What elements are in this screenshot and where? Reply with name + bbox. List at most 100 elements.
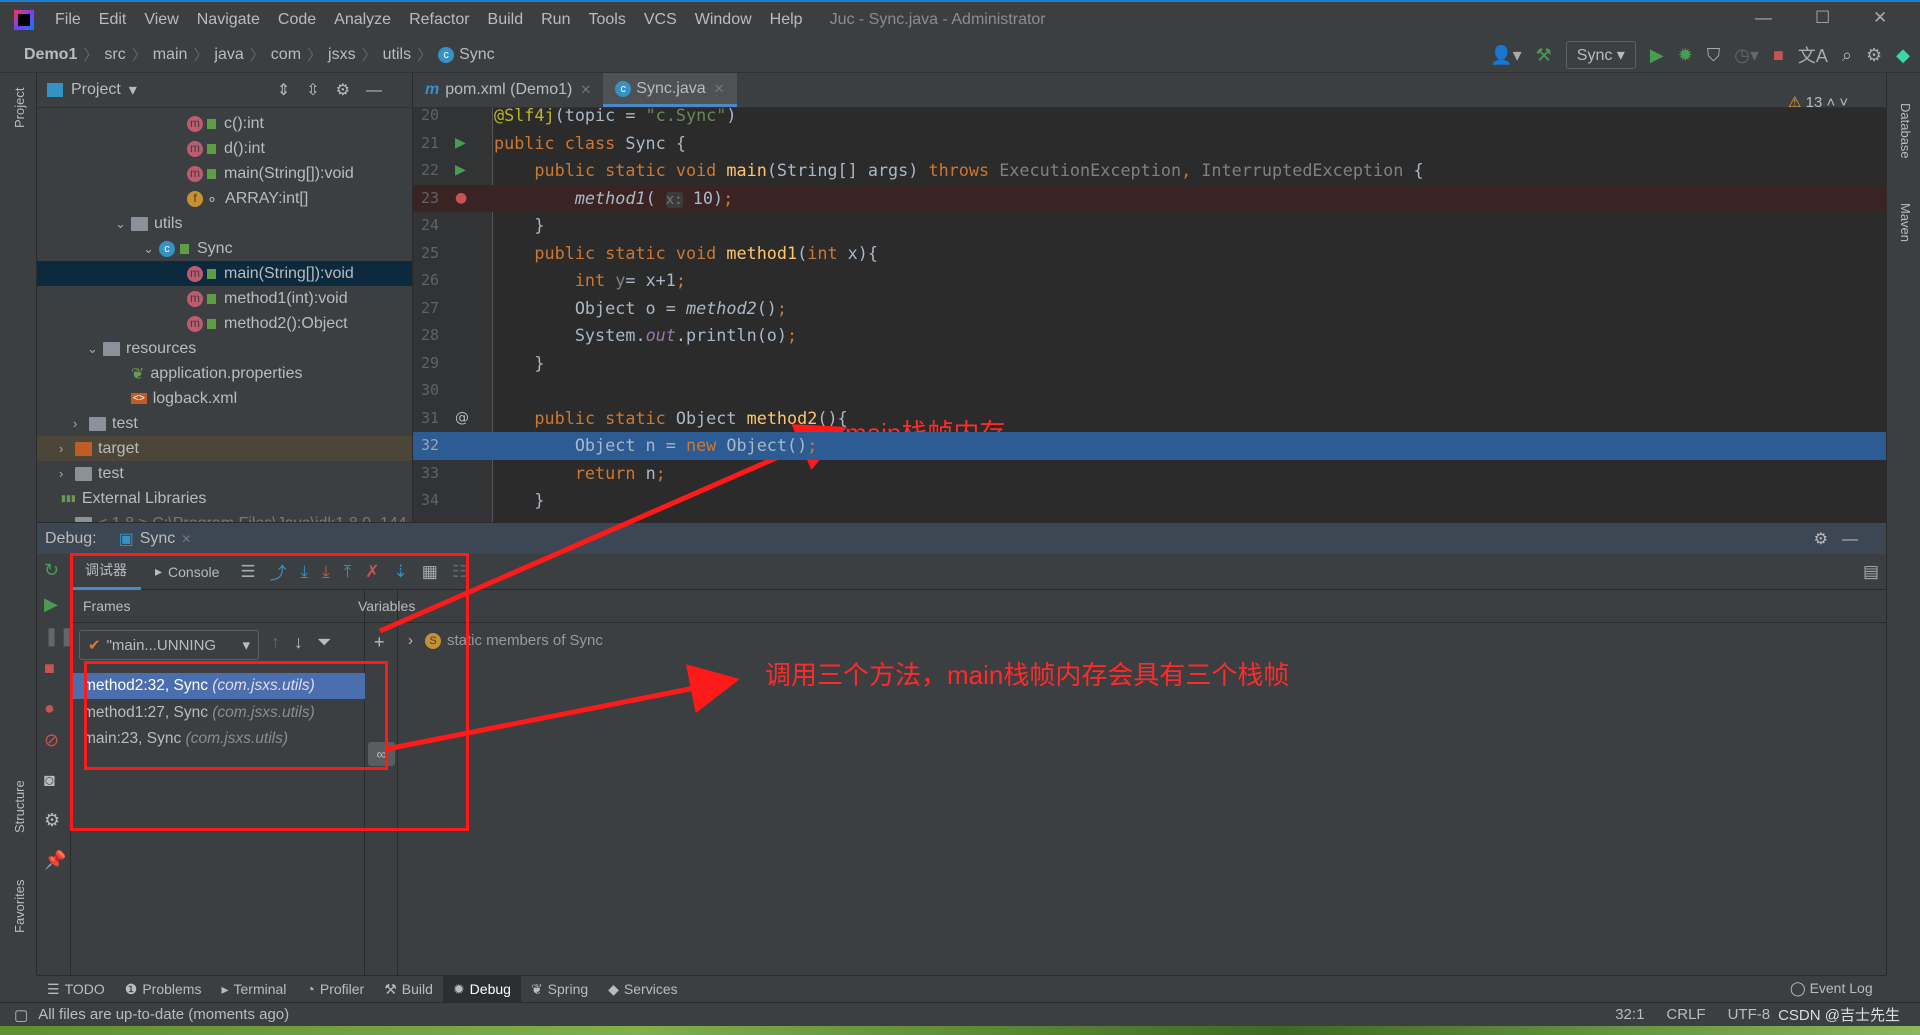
line-number: 27 [421, 298, 440, 317]
annotation-text-2: 调用三个方法，main栈帧内存会具有三个栈帧 [765, 660, 1290, 690]
code-token: public static [534, 407, 676, 428]
implements-icon[interactable]: @ [455, 405, 469, 433]
code-line[interactable]: 33 return n; [413, 460, 1886, 488]
line-number: 28 [421, 326, 440, 344]
code-token: System. [494, 325, 646, 345]
code-text: System.out.println(o); [494, 322, 797, 350]
code-line[interactable]: 30 [413, 377, 1886, 405]
code-token: Object [675, 407, 747, 428]
run-gutter-icon[interactable]: ▶ [455, 130, 466, 158]
code-line[interactable]: 28 System.out.println(o); [413, 322, 1886, 350]
code-token: public static void [534, 242, 727, 263]
code-token: int [807, 242, 848, 263]
code-token: Object n = [494, 435, 686, 455]
code-text: public static void main(String[] args) t… [494, 157, 1423, 185]
code-text: public class Sync { [494, 130, 686, 158]
code-token: public static void [534, 160, 727, 180]
code-token: ) [726, 108, 737, 125]
code-line[interactable]: 25 public static void method1(int x){ [413, 240, 1886, 268]
code-token: ExecutionException [999, 160, 1182, 180]
line-number: 29 [421, 353, 440, 372]
code-line[interactable]: 31 @ public static Object method2(){ [413, 405, 1886, 433]
code-token: x){ [847, 242, 878, 263]
code-token: ; [807, 435, 818, 455]
code-line[interactable]: 27 Object o = method2(); [413, 295, 1886, 323]
line-number: 21 [421, 133, 440, 152]
code-token: ; [675, 270, 686, 290]
code-line[interactable]: 21 ▶ public class Sync { [413, 130, 1886, 158]
code-text: method1( x: 10); [494, 185, 733, 215]
code-token: method2 [746, 407, 818, 428]
code-line[interactable]: 24 } [413, 212, 1886, 240]
line-number: 20 [421, 108, 440, 124]
code-text: return n; [494, 460, 666, 488]
code-token: (topic = [554, 108, 646, 125]
code-token: int [574, 270, 616, 290]
code-token: new [685, 435, 727, 455]
code-token: (String[] args) [766, 160, 929, 180]
code-token: "c.Sync" [645, 108, 727, 125]
code-token: ( [797, 242, 808, 263]
code-token: Object o = [494, 297, 686, 318]
code-token: method1 [726, 242, 798, 263]
code-token: y [615, 270, 626, 290]
code-token: () [756, 297, 777, 318]
code-line[interactable]: 26 int y= x+1; [413, 267, 1886, 295]
line-number: 31 [421, 408, 440, 427]
line-number: 25 [421, 243, 440, 262]
code-line[interactable]: 34 } [413, 487, 1886, 515]
code-area[interactable]: 20 @Slf4j(topic = "c.Sync") 21 ▶ public clas… [413, 108, 1886, 522]
line-number: 24 [421, 216, 440, 234]
code-token: 10) [682, 187, 724, 208]
code-token: InterruptedException [1201, 160, 1404, 180]
code-token: method1 [574, 187, 646, 208]
code-token: ; [723, 187, 734, 208]
code-line[interactable]: 20 @Slf4j(topic = "c.Sync") [413, 108, 1886, 130]
line-number: 34 [421, 491, 440, 509]
editor: m pom.xml (Demo1) ✕ c Sync.java ✕ 20 @Slf4j(to… [413, 73, 1886, 522]
code-token: return [574, 462, 646, 483]
line-number: 26 [421, 271, 440, 289]
code-text: Object n = new Object(); [494, 432, 818, 460]
code-text: int y= x+1; [494, 267, 686, 295]
code-text: } [494, 212, 544, 240]
code-token: } [494, 352, 545, 373]
code-token: Sync { [625, 132, 686, 153]
code-token: (){ [817, 407, 848, 428]
code-token: Object() [726, 435, 808, 455]
line-number: 32 [421, 436, 440, 454]
line-number: 23 [421, 188, 440, 207]
code-token: main [726, 160, 767, 180]
code-text: public static Object method2(){ [494, 405, 848, 433]
line-number: 33 [421, 463, 440, 482]
line-number: 22 [421, 161, 440, 179]
code-token: @Slf4j [494, 108, 555, 125]
code-text: } [494, 487, 545, 515]
code-token: throws [928, 160, 1000, 180]
annotation-arrow-2 [386, 664, 740, 752]
code-line[interactable]: 23 ● method1( x: 10); [413, 184, 1886, 215]
breakpoint-icon[interactable]: ● [455, 185, 467, 213]
code-token: n [645, 462, 656, 483]
run-gutter-icon[interactable]: ▶ [455, 157, 466, 185]
code-token: x: [665, 191, 683, 208]
code-token: ( [645, 187, 666, 208]
code-line[interactable]: 29 } [413, 350, 1886, 378]
code-token: out [645, 325, 676, 345]
code-token: ; [776, 297, 788, 318]
code-token: , [1181, 160, 1202, 180]
code-token: public class [494, 132, 626, 153]
code-token: method2 [685, 297, 757, 318]
code-token: .println(o) [675, 325, 788, 345]
code-line[interactable]: 32 Object n = new Object(); [413, 432, 1886, 460]
line-number: 30 [421, 381, 440, 399]
code-token: } [494, 490, 545, 510]
code-line[interactable]: 22 ▶ public static void main(String[] arg… [413, 157, 1886, 185]
code-text: } [494, 350, 545, 378]
